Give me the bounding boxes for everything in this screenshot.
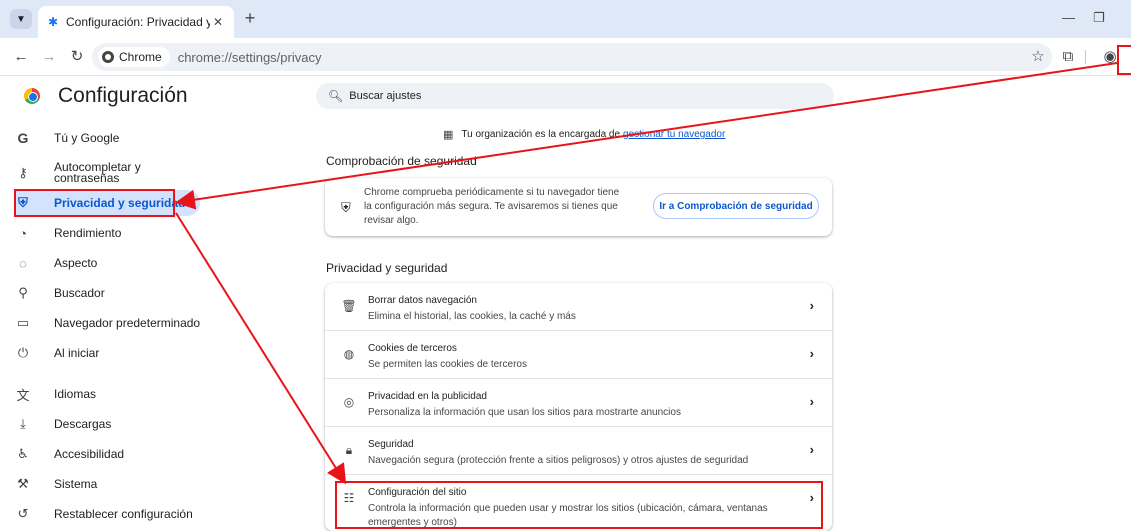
annotation-arrow-to-privacy <box>175 62 1118 210</box>
browser-window: ▼ ✱ Configuración: Privacidad y seg ✕ + … <box>0 0 1131 531</box>
annotation-arrow-to-site-settings <box>175 212 347 485</box>
annotation-arrows <box>175 62 1118 485</box>
